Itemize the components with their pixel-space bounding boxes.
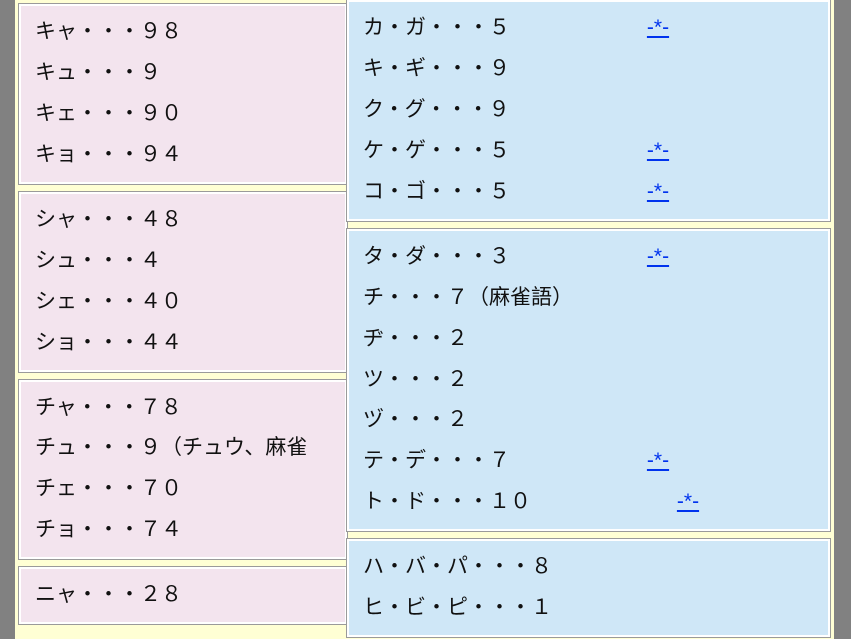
row-text: コ・ゴ・・・５ — [363, 172, 510, 213]
star-link[interactable]: -*- — [647, 16, 669, 39]
data-row: シャ・・・４８ — [35, 200, 335, 241]
data-row: シュ・・・４ — [35, 241, 335, 282]
data-row: ケ・ゲ・・・５ -*- — [363, 131, 818, 172]
row-text: チャ・・・７８ — [35, 388, 182, 429]
data-row: チ・・・７（麻雀語） — [363, 278, 818, 319]
row-text: ショ・・・４４ — [35, 323, 182, 364]
data-row: ヅ・・・２ — [363, 400, 818, 441]
data-row: ニャ・・・２８ — [35, 575, 335, 616]
left-group: シャ・・・４８シュ・・・４シェ・・・４０ショ・・・４４ — [19, 192, 347, 372]
data-row: ヂ・・・２ — [363, 319, 818, 360]
right-group: ハ・バ・パ・・・８ヒ・ビ・ピ・・・１ — [347, 539, 830, 637]
row-text: チュ・・・９（チュウ、麻雀 — [35, 428, 307, 469]
left-group: チャ・・・７８チュ・・・９（チュウ、麻雀チェ・・・７０チョ・・・７４ — [19, 380, 347, 560]
right-group: タ・ダ・・・３ -*- チ・・・７（麻雀語）ヂ・・・２ツ・・・２ヅ・・・２テ・デ・・… — [347, 229, 830, 532]
data-row: キェ・・・９０ — [35, 94, 335, 135]
data-row: チャ・・・７８ — [35, 388, 335, 429]
row-text: キェ・・・９０ — [35, 94, 182, 135]
row-text: テ・デ・・・７ — [363, 441, 510, 482]
row-text: チ・・・７（麻雀語） — [363, 278, 573, 319]
data-row: カ・ガ・・・５ -*- — [363, 8, 818, 49]
row-text: キュ・・・９ — [35, 53, 161, 94]
row-text: ト・ド・・・１０ — [363, 482, 531, 523]
row-text: ニャ・・・２８ — [35, 575, 182, 616]
row-text: ハ・バ・パ・・・８ — [363, 547, 552, 588]
left-group: キャ・・・９８キュ・・・９キェ・・・９０キョ・・・９４ — [19, 4, 347, 184]
data-row: ツ・・・２ — [363, 360, 818, 401]
star-link[interactable]: -*- — [677, 490, 699, 513]
star-link[interactable]: -*- — [647, 245, 669, 268]
data-row: コ・ゴ・・・５ -*- — [363, 172, 818, 213]
data-row: チュ・・・９（チュウ、麻雀 — [35, 428, 335, 469]
row-text: キャ・・・９８ — [35, 12, 182, 53]
right-group: カ・ガ・・・５-*-キ・ギ・・・９ク・グ・・・９ケ・ゲ・・・５-*-コ・ゴ・・・… — [347, 0, 830, 221]
data-row: テ・デ・・・７ -*- — [363, 441, 818, 482]
data-row: ク・グ・・・９ — [363, 90, 818, 131]
left-group: ニャ・・・２８ — [19, 567, 347, 624]
data-row: ト・ド・・・１０ -*- — [363, 482, 818, 523]
data-row: ハ・バ・パ・・・８ — [363, 547, 818, 588]
star-link[interactable]: -*- — [647, 449, 669, 472]
data-row: チョ・・・７４ — [35, 510, 335, 551]
row-text: シェ・・・４０ — [35, 282, 182, 323]
left-column: キャ・・・９８キュ・・・９キェ・・・９０キョ・・・９４シャ・・・４８シュ・・・４… — [15, 0, 347, 639]
row-text: シャ・・・４８ — [35, 200, 182, 241]
star-link[interactable]: -*- — [647, 180, 669, 203]
data-row: キャ・・・９８ — [35, 12, 335, 53]
row-text: ヂ・・・２ — [363, 319, 468, 360]
row-text: ク・グ・・・９ — [363, 90, 510, 131]
data-row: シェ・・・４０ — [35, 282, 335, 323]
data-row: キ・ギ・・・９ — [363, 49, 818, 90]
row-text: キ・ギ・・・９ — [363, 49, 510, 90]
right-column: カ・ガ・・・５-*-キ・ギ・・・９ク・グ・・・９ケ・ゲ・・・５-*-コ・ゴ・・・… — [347, 0, 834, 639]
data-row: チェ・・・７０ — [35, 469, 335, 510]
row-text: ヅ・・・２ — [363, 400, 468, 441]
row-text: ツ・・・２ — [363, 360, 468, 401]
data-row: ショ・・・４４ — [35, 323, 335, 364]
page-outer: キャ・・・９８キュ・・・９キェ・・・９０キョ・・・９４シャ・・・４８シュ・・・４… — [8, 0, 841, 639]
row-text: カ・ガ・・・５ — [363, 8, 510, 49]
row-text: ケ・ゲ・・・５ — [363, 131, 510, 172]
row-text: キョ・・・９４ — [35, 135, 182, 176]
row-text: シュ・・・４ — [35, 241, 161, 282]
row-text: タ・ダ・・・３ — [363, 237, 510, 278]
row-text: チェ・・・７０ — [35, 469, 182, 510]
data-row: キュ・・・９ — [35, 53, 335, 94]
data-row: タ・ダ・・・３ -*- — [363, 237, 818, 278]
data-row: ヒ・ビ・ピ・・・１ — [363, 588, 818, 629]
row-text: ヒ・ビ・ピ・・・１ — [363, 588, 552, 629]
columns: キャ・・・９８キュ・・・９キェ・・・９０キョ・・・９４シャ・・・４８シュ・・・４… — [15, 0, 834, 639]
star-link[interactable]: -*- — [647, 139, 669, 162]
row-text: チョ・・・７４ — [35, 510, 182, 551]
data-row: キョ・・・９４ — [35, 135, 335, 176]
